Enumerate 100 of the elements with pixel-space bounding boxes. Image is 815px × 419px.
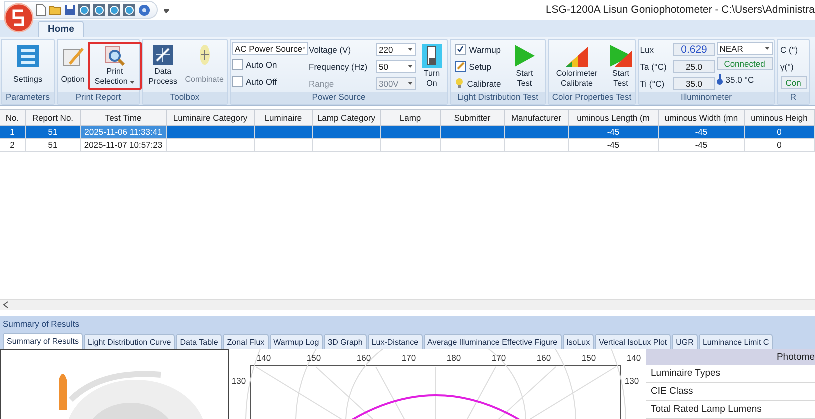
table-cell: -45 (569, 126, 659, 139)
table-cell (441, 139, 505, 152)
refresh-icon[interactable] (78, 4, 91, 16)
field-label: γ(°) (780, 62, 794, 72)
caret-icon (408, 65, 413, 68)
refresh-icon[interactable] (108, 4, 121, 16)
setup-button[interactable]: Setup (455, 59, 502, 74)
table-cell (313, 126, 381, 139)
column-header[interactable]: Lamp Category (313, 110, 381, 126)
start-test-button[interactable]: Start Test (508, 42, 541, 92)
column-header[interactable]: Luminaire (255, 110, 313, 126)
power-source-dropdown[interactable]: AC Power Source (232, 42, 308, 55)
table-cell: 0 (745, 139, 815, 152)
column-header[interactable]: Luminaire Category (167, 110, 255, 126)
result-tab[interactable]: Luminance Limit C (698, 334, 774, 349)
data-process-button[interactable]: Data Process (144, 42, 182, 92)
angle-label: 150 (582, 353, 596, 363)
table-cell: 2025-11-07 10:57:23 (81, 139, 167, 152)
panel-title: Summary of Results (3, 318, 80, 328)
column-header[interactable]: Lamp (381, 110, 441, 126)
group-label: Power Source (231, 92, 447, 104)
caret-icon (130, 81, 136, 84)
caret-icon (764, 47, 770, 50)
angle-label: 170 (402, 353, 416, 363)
folder-icon[interactable] (49, 4, 62, 16)
angle-label: 140 (626, 353, 642, 363)
result-tab[interactable]: Lux-Distance (368, 334, 423, 349)
result-tab[interactable]: Light Distribution Curve (84, 334, 176, 349)
checkbox-label: Warmup (469, 44, 502, 54)
result-tab[interactable]: 3D Graph (324, 334, 367, 349)
column-header[interactable]: Submitter (441, 110, 505, 126)
result-tab[interactable]: Vertical IsoLux Plot (595, 334, 672, 349)
info-row-label: CIE Class (646, 383, 815, 402)
column-header[interactable]: Test Time (81, 110, 167, 126)
turn-on-button[interactable]: Turn On (417, 42, 447, 92)
table-cell: 2025-11-06 11:33:41 (81, 126, 167, 139)
caret-icon (302, 47, 305, 50)
group-label: Color Properties Test (549, 92, 635, 104)
angle-label: 130 (624, 376, 640, 386)
angle-label: 130 (232, 376, 246, 386)
refresh-icon[interactable] (93, 4, 106, 16)
column-header[interactable]: Report No. (26, 110, 81, 126)
ti-value: 35.0 (673, 77, 716, 90)
column-header[interactable]: uminous Length (m (569, 110, 659, 126)
frequency-dropdown[interactable]: 50 (376, 60, 416, 73)
checkbox[interactable] (455, 44, 466, 55)
colorimeter-calibrate-button[interactable]: Colorimeter Calibrate (550, 42, 604, 92)
table-cell (381, 126, 441, 139)
column-header[interactable]: Manufacturer (505, 110, 569, 126)
angle-label: 180 (446, 353, 462, 363)
switch-icon (422, 44, 442, 68)
refresh-icon[interactable] (123, 4, 136, 16)
customize-caret-icon[interactable] (164, 8, 169, 12)
result-tab[interactable]: Summary of Results (3, 333, 84, 349)
result-tab[interactable]: Data Table (176, 334, 222, 349)
range-mode-dropdown[interactable]: NEAR (716, 42, 773, 55)
table-cell (381, 139, 441, 152)
result-tab[interactable]: IsoLux (562, 334, 594, 349)
help-icon[interactable] (138, 4, 151, 16)
settings-button[interactable]: Settings (12, 42, 44, 92)
caret-icon (408, 82, 413, 85)
angle-label: 160 (356, 353, 372, 363)
table-cell: 1 (0, 126, 26, 139)
group-label: Light Distribution Test (451, 92, 545, 104)
option-button[interactable]: Option (59, 42, 87, 92)
table-cell: -45 (659, 126, 745, 139)
column-header[interactable]: No. (0, 110, 26, 126)
scroll-left-icon[interactable] (2, 301, 10, 309)
field-label: Lux (640, 44, 655, 54)
checkbox-label: Auto Off (246, 76, 278, 86)
table-cell: 51 (26, 126, 81, 139)
calibrate-button[interactable]: Calibrate (455, 76, 502, 91)
result-tab[interactable]: UGR (672, 334, 698, 349)
angle-label: 150 (306, 353, 322, 363)
table-cell: -45 (659, 139, 745, 152)
angle-label: 140 (256, 353, 272, 363)
info-row-label: Total Rated Lamp Lumens (646, 401, 815, 419)
angle-label: 170 (492, 353, 506, 363)
ribbon-tab[interactable]: Home (38, 21, 84, 37)
table-cell (505, 126, 569, 139)
group-label: R (778, 92, 809, 104)
result-tab[interactable]: Warmup Log (270, 334, 324, 349)
color-start-test-button[interactable]: Start Test (605, 42, 637, 92)
table-cell (441, 126, 505, 139)
column-header[interactable]: uminous Width (mn (659, 110, 745, 126)
notepad-icon (455, 61, 466, 72)
connection-status: Connected (716, 57, 773, 70)
checkbox[interactable] (232, 59, 243, 70)
table-cell: 0 (745, 126, 815, 139)
voltage-dropdown[interactable]: 220 (376, 43, 416, 56)
field-label: Range (309, 78, 336, 88)
list-icon (16, 44, 40, 68)
play-icon (514, 44, 536, 68)
result-tab[interactable]: Average Illuminance Effective Figure (424, 334, 562, 349)
column-header[interactable]: uminous Heigh (745, 110, 815, 126)
checkbox[interactable] (232, 76, 243, 87)
result-tab[interactable]: Zonal Flux (223, 334, 269, 349)
ta-value: 25.0 (673, 60, 716, 73)
field-label: Ta (°C) (640, 62, 668, 72)
save-icon[interactable] (64, 4, 76, 16)
